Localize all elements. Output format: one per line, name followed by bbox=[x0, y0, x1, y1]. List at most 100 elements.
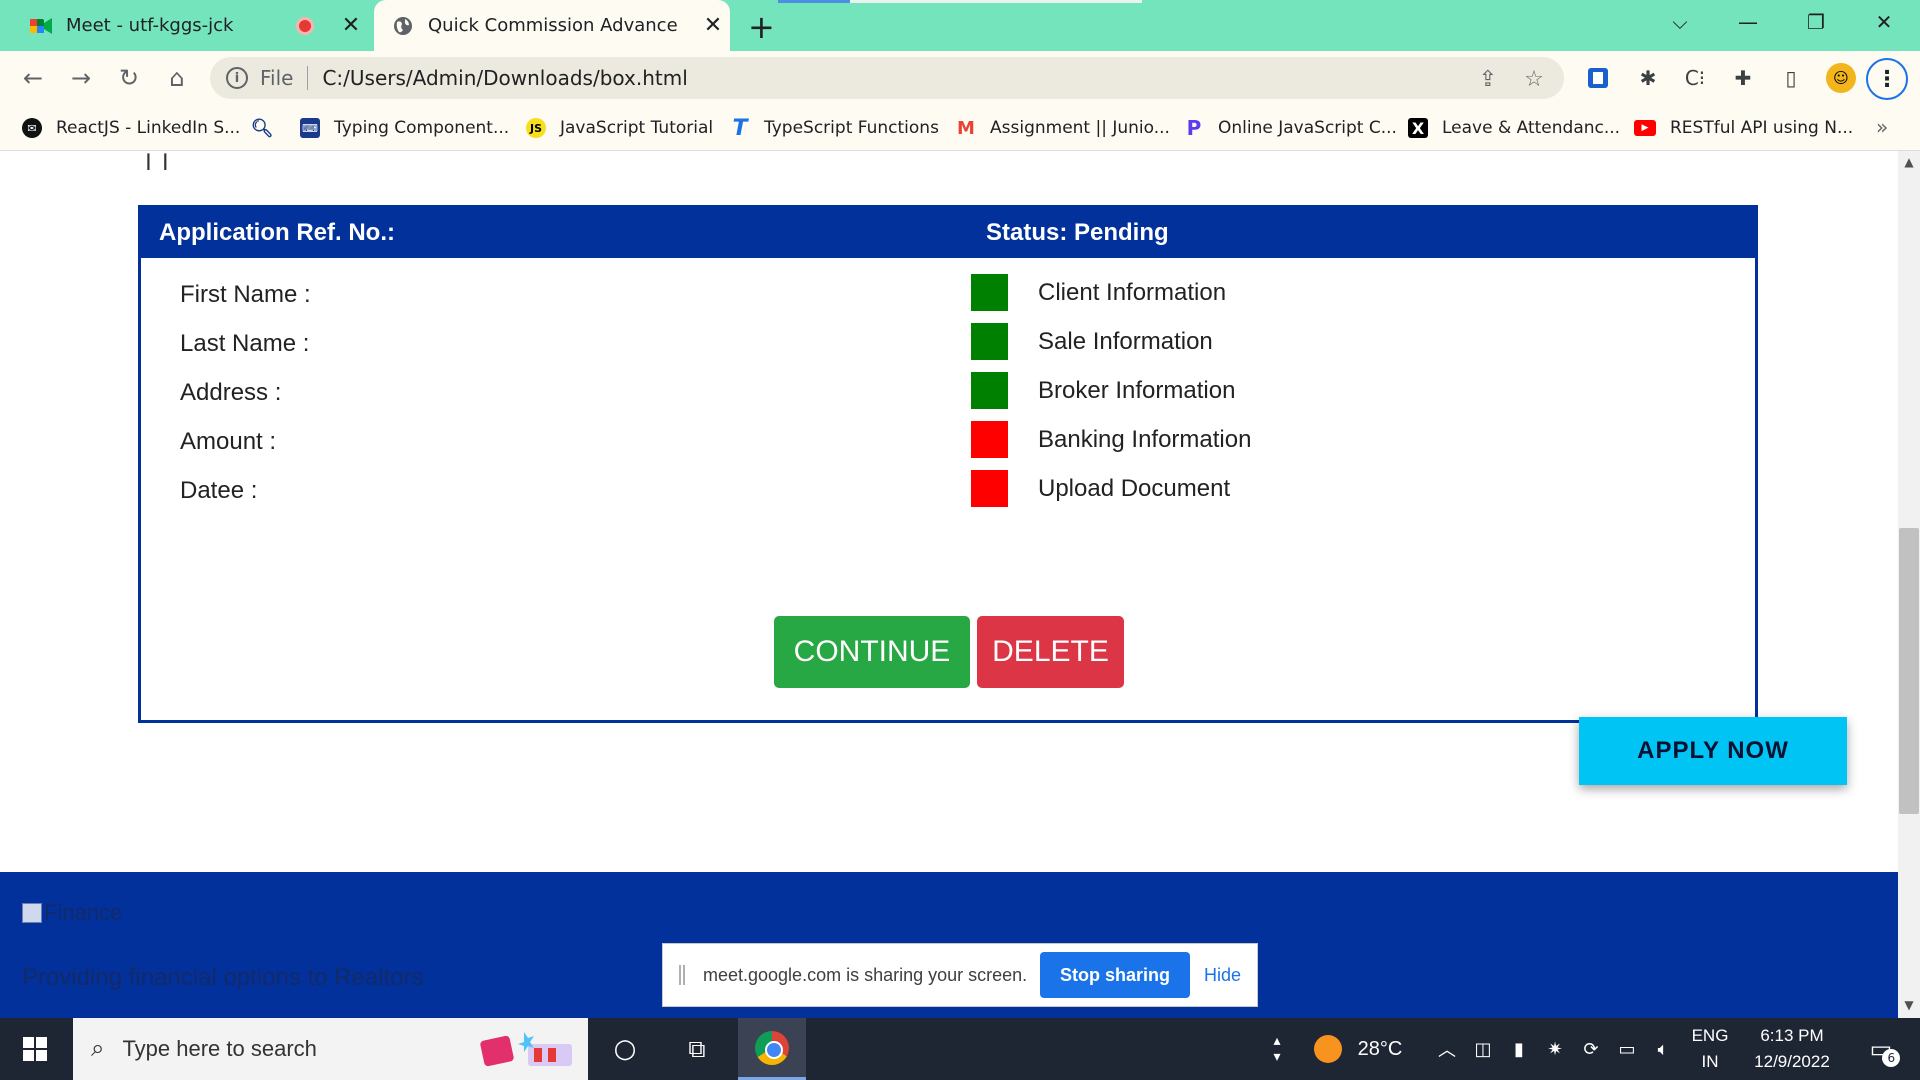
minimize-button[interactable]: — bbox=[1718, 0, 1778, 44]
bookmark-item[interactable]: T TypeScript Functions bbox=[730, 105, 939, 151]
back-icon[interactable]: ← bbox=[16, 61, 50, 95]
bookmarks-overflow-icon[interactable]: » bbox=[1876, 115, 1888, 139]
google-meet-icon bbox=[30, 15, 52, 37]
tab-title: Quick Commission Advance bbox=[428, 15, 678, 36]
extension-bug-icon[interactable]: ✱ bbox=[1633, 63, 1663, 93]
browser-menu-icon[interactable]: ⋮ bbox=[1866, 58, 1908, 100]
typing-icon: ⌨ bbox=[300, 118, 320, 138]
share-icon[interactable]: ⇪ bbox=[1474, 65, 1502, 93]
extension-css-icon[interactable]: C⁝ bbox=[1680, 63, 1710, 93]
bookmark-label: RESTful API using N... bbox=[1670, 118, 1854, 138]
tab-search-dropdown-icon[interactable]: ⌵ bbox=[1650, 0, 1710, 44]
checklist-upload-document: Upload Document bbox=[971, 470, 1230, 507]
bookmark-item[interactable]: ▶ RESTful API using N... bbox=[1634, 105, 1853, 151]
brightness-icon[interactable]: ✷ bbox=[1540, 1018, 1570, 1080]
language-code: ENG bbox=[1691, 1026, 1729, 1045]
site-info-icon[interactable]: i bbox=[226, 67, 248, 89]
checklist-sale-information: Sale Information bbox=[971, 323, 1213, 360]
network-icon[interactable]: ▭ bbox=[1612, 1018, 1642, 1080]
volume-icon[interactable]: 🔈︎ bbox=[1648, 1018, 1678, 1080]
cortana-icon[interactable]: ○ bbox=[600, 1018, 650, 1080]
scroll-down-arrow-icon[interactable]: ▼ bbox=[1898, 998, 1920, 1012]
delete-button[interactable]: DELETE bbox=[977, 616, 1124, 688]
reload-icon[interactable]: ↻ bbox=[112, 61, 146, 95]
extension-shield-icon[interactable] bbox=[1583, 63, 1613, 93]
bookmark-label: TypeScript Functions bbox=[764, 118, 939, 138]
drag-handle-icon[interactable] bbox=[679, 965, 685, 985]
notifications-icon[interactable]: ▭ 6 bbox=[1856, 1018, 1906, 1080]
extensions-puzzle-icon[interactable]: ✚ bbox=[1728, 63, 1758, 93]
bookmark-star-icon[interactable]: ☆ bbox=[1520, 65, 1548, 93]
region-code: IN bbox=[1701, 1052, 1719, 1071]
application-card: Application Ref. No.: Status: Pending Fi… bbox=[138, 205, 1758, 723]
search-icon: ⌕ bbox=[91, 1035, 105, 1062]
finance-logo-alt-text: Finance bbox=[44, 900, 123, 925]
bookmark-item[interactable]: ⌨ Typing Component... bbox=[300, 105, 509, 151]
url-scheme: File bbox=[260, 66, 294, 90]
home-icon[interactable]: ⌂ bbox=[160, 61, 194, 95]
bookmark-item[interactable]: 🔍︎ bbox=[251, 105, 286, 151]
restore-button[interactable]: ❐ bbox=[1786, 0, 1846, 44]
page-viewport: ╷╷ Application Ref. No.: Status: Pending… bbox=[0, 151, 1898, 1018]
linkedin-icon: ✉ bbox=[22, 118, 42, 138]
status-square-incomplete bbox=[971, 421, 1008, 458]
clock[interactable]: 6:13 PM 12/9/2022 bbox=[1742, 1018, 1842, 1080]
side-panel-icon[interactable]: ▯ bbox=[1776, 63, 1806, 93]
bookmark-item[interactable]: P Online JavaScript C... bbox=[1184, 105, 1397, 151]
close-tab-icon[interactable]: ✕ bbox=[334, 13, 368, 38]
checklist-label: Sale Information bbox=[1038, 327, 1213, 355]
update-icon[interactable]: ⟳ bbox=[1576, 1018, 1606, 1080]
weather-temperature[interactable]: 28°C bbox=[1352, 1018, 1408, 1080]
bookmark-label: Online JavaScript C... bbox=[1218, 118, 1397, 138]
windows-start-icon[interactable] bbox=[0, 1018, 70, 1080]
finance-logo-image: Finance bbox=[22, 900, 122, 926]
tab-title: Meet - utf-kggs-jck bbox=[66, 15, 234, 36]
address-bar[interactable]: i File C:/Users/Admin/Downloads/box.html… bbox=[210, 57, 1564, 99]
clock-time: 6:13 PM bbox=[1760, 1026, 1824, 1045]
new-tab-button[interactable]: + bbox=[748, 8, 775, 46]
application-card-header: Application Ref. No.: Status: Pending bbox=[141, 208, 1755, 258]
scrollbar-thumb[interactable] bbox=[1899, 528, 1919, 814]
taskbar-scroll-icon[interactable]: ▴ ▾ bbox=[1262, 1018, 1292, 1080]
microphone-icon[interactable]: ▮ bbox=[1504, 1018, 1534, 1080]
status-square-complete bbox=[971, 372, 1008, 409]
tab-meet[interactable]: Meet - utf-kggs-jck ✕ bbox=[12, 0, 368, 51]
close-window-button[interactable]: ✕ bbox=[1854, 0, 1914, 44]
checklist-label: Banking Information bbox=[1038, 425, 1252, 453]
forward-icon[interactable]: → bbox=[64, 61, 98, 95]
windows-taskbar: ⌕ Type here to search ○ ⧉ ▴ ▾ 28°C ︿ ◫ ▮ … bbox=[0, 1018, 1920, 1080]
search-highlight-icon bbox=[478, 1028, 578, 1070]
tab-strip: Meet - utf-kggs-jck ✕ Quick Commission A… bbox=[0, 0, 1920, 51]
close-tab-icon[interactable]: ✕ bbox=[696, 13, 730, 38]
continue-button[interactable]: CONTINUE bbox=[774, 616, 970, 688]
tab-quick-commission[interactable]: Quick Commission Advance ✕ bbox=[374, 0, 730, 51]
typescript-icon: T bbox=[732, 115, 748, 141]
bookmark-item[interactable]: M Assignment || Junio... bbox=[956, 105, 1170, 151]
profile-avatar[interactable]: ☺ bbox=[1826, 63, 1856, 93]
status-square-complete bbox=[971, 274, 1008, 311]
bookmark-item[interactable]: X Leave & Attendanc... bbox=[1408, 105, 1620, 151]
tray-overflow-icon[interactable]: ︿ bbox=[1432, 1018, 1462, 1080]
youtube-icon: ▶ bbox=[1634, 120, 1656, 136]
address-label: Address : bbox=[180, 379, 282, 406]
status-square-incomplete bbox=[971, 470, 1008, 507]
meet-tray-icon[interactable]: ◫ bbox=[1468, 1018, 1498, 1080]
screen-share-notification: meet.google.com is sharing your screen. … bbox=[662, 943, 1258, 1007]
bookmark-item[interactable]: ✉ ReactJS - LinkedIn S... bbox=[22, 105, 240, 151]
checklist-label: Broker Information bbox=[1038, 376, 1236, 404]
hide-link[interactable]: Hide bbox=[1204, 965, 1241, 986]
stop-sharing-button[interactable]: Stop sharing bbox=[1039, 952, 1190, 998]
task-view-icon[interactable]: ⧉ bbox=[670, 1018, 724, 1080]
apply-now-button[interactable]: APPLY NOW bbox=[1579, 717, 1847, 785]
bookmark-item[interactable]: JS JavaScript Tutorial bbox=[526, 105, 713, 151]
last-name-label: Last Name : bbox=[180, 330, 310, 357]
scroll-up-arrow-icon[interactable]: ▲ bbox=[1898, 155, 1920, 169]
taskbar-search-box[interactable]: ⌕ Type here to search bbox=[73, 1018, 588, 1080]
bookmark-label: JavaScript Tutorial bbox=[560, 118, 714, 138]
weather-sun-icon[interactable] bbox=[1308, 1018, 1348, 1080]
clipped-heading: ╷╷ bbox=[140, 151, 174, 170]
chrome-taskbar-button[interactable] bbox=[738, 1018, 806, 1080]
language-indicator[interactable]: ENG IN bbox=[1686, 1018, 1734, 1080]
globe-icon bbox=[392, 15, 414, 37]
recording-icon bbox=[296, 16, 314, 35]
